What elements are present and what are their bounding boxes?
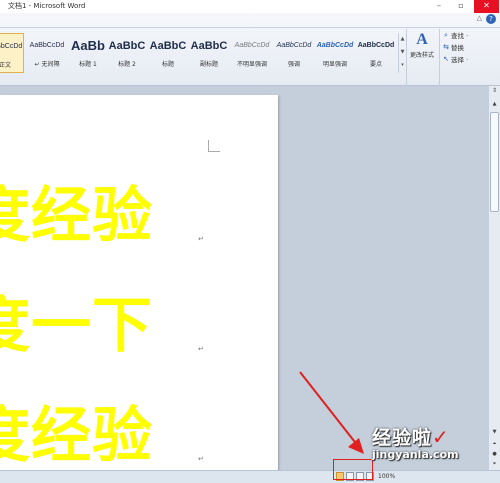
paragraph-mark-icon: ↵ bbox=[198, 235, 204, 243]
previous-page-icon[interactable]: ⏶ bbox=[490, 440, 499, 449]
select-button[interactable]: ↖ 选择 · bbox=[441, 53, 497, 65]
replace-icon: ⇆ bbox=[443, 43, 449, 51]
close-button[interactable]: ✕ bbox=[474, 0, 499, 13]
gallery-down-icon[interactable]: ▼ bbox=[399, 46, 406, 59]
scroll-thumb[interactable] bbox=[490, 112, 499, 212]
style-sample: AaBbC bbox=[149, 40, 187, 52]
style-sample: AaBb bbox=[71, 38, 105, 53]
style-sample: AaBbCcDd bbox=[234, 42, 270, 49]
window-title: 文档1 - Microsoft Word bbox=[8, 2, 86, 10]
find-button[interactable]: ⌕ 查找 · bbox=[441, 29, 497, 41]
check-icon: ✓ bbox=[432, 425, 450, 449]
help-icon[interactable]: ? bbox=[486, 14, 496, 24]
replace-label: 替换 bbox=[451, 44, 464, 52]
ribbon-tab-divider bbox=[0, 27, 500, 28]
paragraph-mark-icon: ↵ bbox=[198, 345, 204, 353]
style-heading-1[interactable]: AaBb 标题 1 bbox=[69, 33, 107, 73]
vertical-scrollbar[interactable]: ⇕ ▲ ▼ ⏶ ● ⏷ bbox=[488, 86, 500, 470]
document-page[interactable]: 度经验 ↵ 度一下 ↵ 度经验 ↵ bbox=[0, 95, 278, 470]
select-icon: ↖ bbox=[443, 55, 449, 63]
style-normal[interactable]: AaBbCcDd 正文 bbox=[0, 33, 24, 73]
minimize-button[interactable]: – bbox=[428, 0, 450, 13]
watermark-url: jingyanla.com bbox=[372, 448, 459, 461]
watermark: 经验啦✓ jingyanla.com bbox=[372, 423, 490, 469]
style-heading-2[interactable]: AaBbC 标题 2 bbox=[108, 33, 146, 73]
style-label: 标题 2 bbox=[118, 61, 136, 68]
style-no-spacing[interactable]: AaBbCcDd ↵ 无间隔 bbox=[26, 33, 68, 73]
watermark-title-text: 经验啦 bbox=[372, 427, 433, 449]
styles-gallery: AaBbCcDd 正文 AaBbCcDd ↵ 无间隔 AaBb 标题 1 AaB… bbox=[0, 33, 398, 75]
browse-object-icon[interactable]: ● bbox=[490, 450, 499, 459]
editing-group: ⌕ 查找 · ⇆ 替换 ↖ 选择 · bbox=[441, 29, 497, 73]
style-label: 标题 bbox=[161, 61, 174, 68]
style-label: 标题 1 bbox=[79, 61, 97, 68]
change-styles-label: 更改样式 bbox=[409, 52, 434, 59]
scroll-up-icon[interactable]: ▲ bbox=[490, 100, 499, 109]
style-subtle-emphasis[interactable]: AaBbCcDd 不明显强调 bbox=[231, 33, 273, 73]
style-emphasis[interactable]: AaBbCcDd 强调 bbox=[274, 33, 314, 73]
gallery-up-icon[interactable]: ▲ bbox=[399, 33, 406, 46]
maximize-button[interactable]: ▫ bbox=[450, 0, 472, 13]
document-line-1[interactable]: 度经验 bbox=[0, 167, 153, 254]
style-intense-emphasis[interactable]: AaBbCcDd 明显强调 bbox=[315, 33, 355, 73]
gallery-more-icon[interactable]: ▾ bbox=[399, 59, 406, 72]
style-title[interactable]: AaBbC 标题 bbox=[149, 33, 187, 73]
style-label: 强调 bbox=[287, 61, 300, 68]
find-label: 查找 · bbox=[451, 32, 469, 40]
scroll-down-icon[interactable]: ▼ bbox=[490, 428, 499, 437]
ruler-toggle-icon[interactable]: ⇕ bbox=[490, 87, 499, 96]
watermark-title: 经验啦✓ bbox=[372, 423, 490, 450]
style-sample: AaBbCcDd bbox=[0, 43, 23, 50]
view-buttons-highlight bbox=[333, 459, 373, 480]
style-label: 副标题 bbox=[199, 61, 218, 68]
style-label: 明显强调 bbox=[322, 61, 347, 68]
style-label: 正文 bbox=[0, 62, 11, 69]
document-area[interactable]: 度经验 ↵ 度一下 ↵ 度经验 ↵ bbox=[0, 86, 488, 470]
document-line-3[interactable]: 度经验 bbox=[0, 387, 153, 470]
document-line-2[interactable]: 度一下 bbox=[0, 277, 153, 364]
select-label: 选择 · bbox=[451, 56, 469, 64]
style-sample: AaBbC bbox=[190, 40, 228, 52]
find-icon: ⌕ bbox=[444, 30, 448, 39]
style-sample: AaBbCcDd bbox=[316, 42, 354, 49]
change-styles-icon: A bbox=[416, 31, 428, 48]
status-bar: 100% bbox=[0, 470, 500, 483]
style-label: 要点 bbox=[369, 61, 382, 68]
style-sample: AaBbC bbox=[108, 40, 146, 52]
style-label: ↵ 无间隔 bbox=[34, 61, 60, 68]
style-label: 不明显强调 bbox=[236, 61, 267, 68]
zoom-level[interactable]: 100% bbox=[378, 473, 395, 480]
ribbon: △ ? AaBbCcDd 正文 AaBbCcDd ↵ 无间隔 AaBb 标题 1… bbox=[0, 13, 500, 96]
style-subtitle[interactable]: AaBbC 副标题 bbox=[190, 33, 228, 73]
style-sample: AaBbCcDd bbox=[276, 42, 312, 49]
title-bar: 文档1 - Microsoft Word – ▫ ✕ bbox=[0, 0, 500, 13]
style-sample: AaBbCcDd bbox=[29, 42, 65, 49]
next-page-icon[interactable]: ⏷ bbox=[490, 460, 499, 469]
minimize-ribbon-icon[interactable]: △ bbox=[477, 14, 482, 22]
style-sample: AaBbCcDd bbox=[357, 42, 395, 49]
change-styles-button[interactable]: A 更改样式 bbox=[408, 30, 436, 78]
margin-corner-mark bbox=[208, 140, 220, 152]
styles-gallery-scroll: ▲ ▼ ▾ bbox=[398, 33, 406, 73]
paragraph-mark-icon: ↵ bbox=[198, 455, 204, 463]
style-strong[interactable]: AaBbCcDd 要点 bbox=[356, 33, 396, 73]
replace-button[interactable]: ⇆ 替换 bbox=[441, 41, 497, 53]
